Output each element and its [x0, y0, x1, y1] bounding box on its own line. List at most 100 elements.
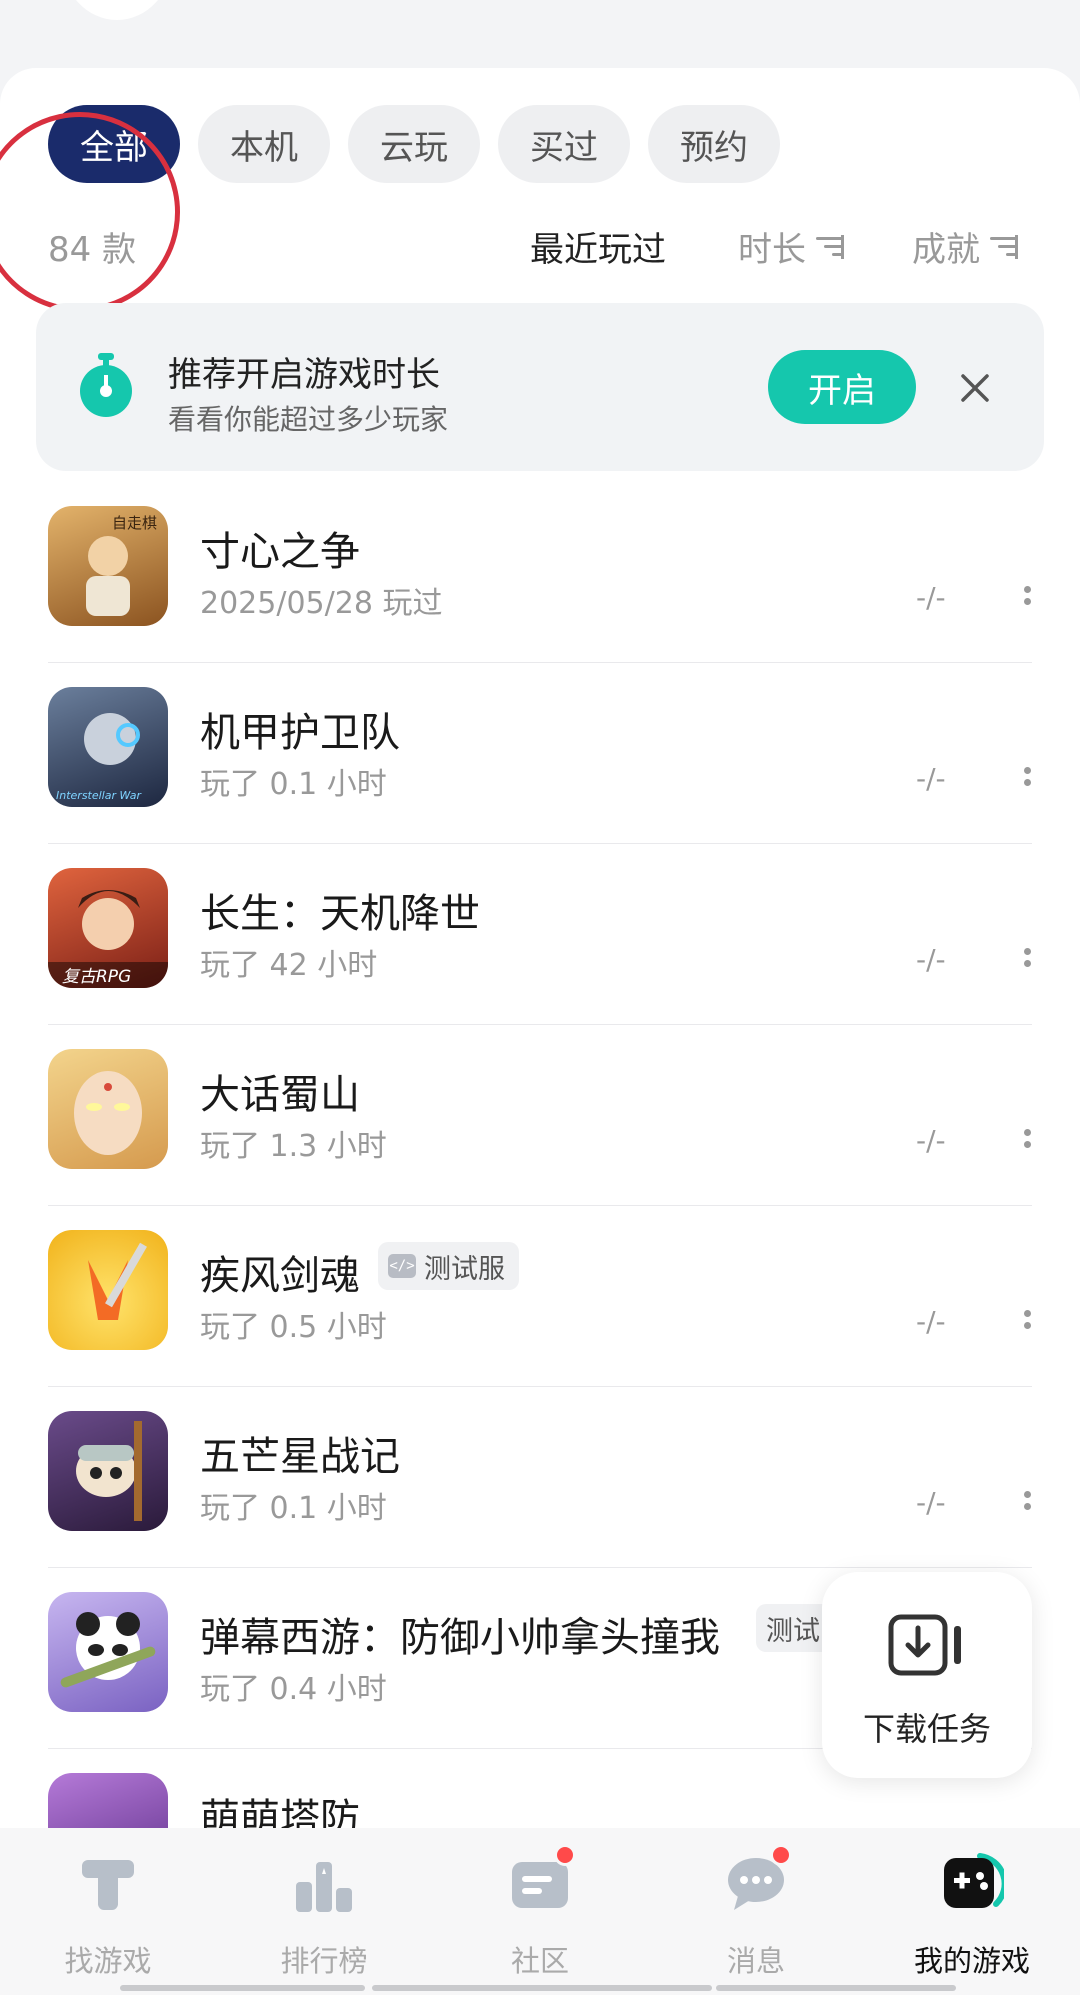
game-name: 疾风剑魂 — [200, 1253, 360, 1299]
divider — [48, 1567, 1032, 1568]
game-icon-text: 复古RPG — [62, 967, 131, 987]
game-list-item[interactable]: 自走棋 寸心之争 2025/05/28 玩过 -/- — [0, 506, 1080, 687]
more-options-icon[interactable] — [1022, 1310, 1032, 1340]
divider — [48, 843, 1032, 844]
tab-find-game[interactable]: 找游戏 — [0, 1828, 216, 1995]
game-icon — [48, 1592, 168, 1712]
sort-recent-button[interactable]: 最近玩过 — [530, 222, 666, 271]
game-playtime: 玩了 1.3 小时 — [200, 1129, 387, 1164]
more-options-icon[interactable] — [1022, 1129, 1032, 1159]
game-icon — [48, 1049, 168, 1169]
my-games-icon — [944, 1853, 1004, 1908]
game-name: 机甲护卫队 — [200, 710, 400, 756]
tab-my-games[interactable]: 我的游戏 — [864, 1828, 1080, 1995]
more-options-icon[interactable] — [1022, 586, 1032, 616]
game-list-item[interactable]: 疾风剑魂 </> 测试服 玩了 0.5 小时 -/- — [0, 1230, 1080, 1411]
game-achievement: -/- — [916, 1486, 946, 1519]
tab-messages[interactable]: 消息 — [648, 1828, 864, 1995]
filter-tab-label: 本机 — [230, 127, 298, 168]
game-playtime: 玩了 0.5 小时 — [200, 1310, 387, 1345]
game-icon-text: Interstellar War — [56, 789, 143, 802]
find-game-icon — [82, 1860, 134, 1910]
filter-tab-label: 云玩 — [380, 127, 448, 168]
tag-label: 测试 — [766, 1615, 820, 1647]
download-tasks-button[interactable]: 下载任务 — [822, 1572, 1032, 1778]
tab-label: 我的游戏 — [913, 1944, 1030, 1978]
filter-tab-all[interactable]: 全部 — [48, 105, 180, 183]
game-list-item[interactable]: 大话蜀山 玩了 1.3 小时 -/- — [0, 1049, 1080, 1230]
filter-tab-local[interactable]: 本机 — [198, 105, 330, 183]
close-icon[interactable] — [958, 371, 992, 405]
enable-playtime-button[interactable]: 开启 — [768, 350, 916, 424]
test-server-tag: </> 测试服 — [378, 1242, 519, 1290]
playtime-banner: 推荐开启游戏时长 看看你能超过多少玩家 开启 — [36, 303, 1044, 471]
notification-dot — [554, 1844, 576, 1866]
game-playtime: 玩了 0.1 小时 — [200, 767, 387, 802]
game-achievement: -/- — [916, 943, 946, 976]
sort-achievement-label: 成就 — [912, 230, 980, 270]
more-options-icon[interactable] — [1022, 948, 1032, 978]
banner-title: 推荐开启游戏时长 — [168, 355, 440, 395]
filter-tab-reserved[interactable]: 预约 — [648, 105, 780, 183]
filter-tab-label: 全部 — [80, 127, 148, 168]
tab-community[interactable]: 社区 — [432, 1828, 648, 1995]
filter-tab-bought[interactable]: 买过 — [498, 105, 630, 183]
game-name: 弹幕西游：防御小帅拿头撞我 — [200, 1615, 720, 1661]
game-list-item[interactable]: 萌萌塔防 — [0, 1773, 1080, 1828]
stopwatch-icon — [80, 353, 132, 417]
more-options-icon[interactable] — [1022, 1491, 1032, 1521]
avatar[interactable] — [62, 0, 172, 20]
game-name: 五芒星战记 — [200, 1434, 400, 1480]
more-options-icon[interactable] — [1022, 767, 1032, 797]
tab-label: 社区 — [510, 1944, 569, 1978]
game-icon: 复古RPG — [48, 868, 168, 988]
banner-subtitle: 看看你能超过多少玩家 — [168, 403, 449, 436]
game-playtime: 玩了 0.4 小时 — [200, 1672, 387, 1707]
game-icon — [48, 1230, 168, 1350]
game-icon — [48, 1411, 168, 1531]
notification-dot — [770, 1844, 792, 1866]
divider — [48, 1024, 1032, 1025]
game-icon: Interstellar War — [48, 687, 168, 807]
sort-order-icon — [990, 234, 1018, 259]
ranking-icon — [296, 1862, 352, 1912]
tab-label: 消息 — [726, 1944, 785, 1978]
home-indicator — [372, 1985, 712, 1991]
home-indicator — [716, 1985, 956, 1991]
game-achievement: -/- — [916, 1305, 946, 1338]
sort-duration-label: 时长 — [738, 230, 806, 270]
divider — [48, 662, 1032, 663]
game-playtime: 玩了 0.1 小时 — [200, 1491, 387, 1526]
game-last-played: 2025/05/28 玩过 — [200, 586, 443, 621]
tab-label: 排行榜 — [280, 1944, 368, 1978]
tab-label: 找游戏 — [64, 1944, 152, 1978]
game-icon: 自走棋 — [48, 506, 168, 626]
game-name: 大话蜀山 — [200, 1072, 360, 1118]
tab-ranking[interactable]: 排行榜 — [216, 1828, 432, 1995]
game-name: 寸心之争 — [200, 529, 360, 575]
sort-achievement-button[interactable]: 成就 — [912, 222, 1018, 271]
game-achievement: -/- — [916, 762, 946, 795]
download-icon — [888, 1614, 961, 1676]
game-icon — [48, 1773, 168, 1828]
filter-tab-cloud[interactable]: 云玩 — [348, 105, 480, 183]
game-list-item[interactable]: 五芒星战记 玩了 0.1 小时 -/- — [0, 1411, 1080, 1592]
game-playtime: 玩了 42 小时 — [200, 948, 378, 983]
sort-order-icon — [816, 234, 844, 259]
game-list-item[interactable]: Interstellar War 机甲护卫队 玩了 0.1 小时 -/- — [0, 687, 1080, 868]
filter-tab-label: 预约 — [680, 127, 748, 168]
game-achievement: -/- — [916, 1124, 946, 1157]
game-icon-text: 自走棋 — [112, 514, 157, 532]
game-count: 84 款 — [48, 230, 137, 270]
game-achievement: -/- — [916, 581, 946, 614]
tag-label: 测试服 — [424, 1253, 505, 1285]
game-list-item[interactable]: 复古RPG 长生：天机降世 玩了 42 小时 -/- — [0, 868, 1080, 1049]
game-name: 长生：天机降世 — [200, 891, 480, 937]
divider — [48, 1205, 1032, 1206]
sort-duration-button[interactable]: 时长 — [738, 222, 844, 271]
home-indicator — [120, 1985, 365, 1991]
filter-tab-label: 买过 — [530, 127, 598, 168]
bottom-tab-bar: 找游戏 排行榜 社区 消息 我的游戏 — [0, 1828, 1080, 1995]
game-name: 萌萌塔防 — [200, 1796, 360, 1828]
download-tasks-label: 下载任务 — [862, 1710, 991, 1748]
